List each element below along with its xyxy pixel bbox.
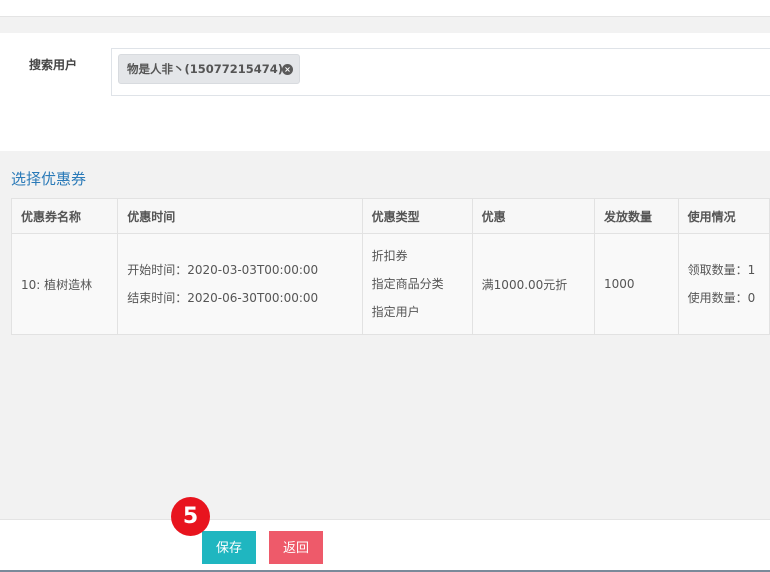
header-coupon-name: 优惠券名称 bbox=[10, 198, 119, 234]
coupon-section-title: 选择优惠券 bbox=[11, 170, 87, 188]
coupon-start-time: 开始时间：2020-03-03T00:00:00 bbox=[127, 263, 319, 277]
cell-discount: 满1000.00元折 bbox=[471, 233, 596, 335]
step-number-badge: 5 bbox=[171, 497, 210, 536]
coupon-type-1: 折扣券 bbox=[371, 249, 408, 263]
user-search-panel: 搜索用户 物是人非丶(15077215474) × bbox=[0, 33, 770, 151]
save-button[interactable]: 保存 bbox=[202, 531, 256, 564]
user-search-input[interactable]: 物是人非丶(15077215474) × bbox=[111, 48, 770, 96]
coupon-section: 选择优惠券 优惠券名称 优惠时间 优惠类型 优惠 发放数量 使用情况 10: 植… bbox=[0, 151, 770, 519]
header-discount: 优惠 bbox=[471, 198, 596, 234]
coupon-type-3: 指定用户 bbox=[371, 305, 420, 319]
search-user-label: 搜索用户 bbox=[29, 58, 78, 72]
coupon-end-time: 结束时间：2020-06-30T00:00:00 bbox=[127, 291, 319, 305]
header-issue-quantity: 发放数量 bbox=[594, 198, 679, 234]
back-button[interactable]: 返回 bbox=[269, 531, 323, 564]
selected-user-text: 物是人非丶(15077215474) bbox=[127, 62, 284, 76]
header-coupon-type: 优惠类型 bbox=[361, 198, 473, 234]
cell-usage: 领取数量：1 使用数量：0 bbox=[677, 233, 770, 335]
remove-tag-icon[interactable]: × bbox=[282, 64, 293, 75]
usage-used: 使用数量：0 bbox=[687, 291, 756, 305]
cell-coupon-name: 10: 植树造林 bbox=[10, 233, 119, 335]
table-header-row: 优惠券名称 优惠时间 优惠类型 优惠 发放数量 使用情况 bbox=[10, 198, 770, 234]
cell-coupon-type: 折扣券 指定商品分类 指定用户 bbox=[361, 233, 473, 335]
top-gap bbox=[0, 17, 770, 33]
header-coupon-time: 优惠时间 bbox=[117, 198, 363, 234]
cell-issue-quantity: 1000 bbox=[594, 233, 679, 335]
header-usage: 使用情况 bbox=[677, 198, 770, 234]
coupon-type-2: 指定商品分类 bbox=[371, 277, 444, 291]
coupon-table: 优惠券名称 优惠时间 优惠类型 优惠 发放数量 使用情况 10: 植树造林 开始… bbox=[10, 198, 770, 335]
selected-user-tag: 物是人非丶(15077215474) × bbox=[118, 54, 300, 84]
usage-received: 领取数量：1 bbox=[687, 263, 756, 277]
form-footer: 保存 返回 bbox=[0, 519, 770, 572]
top-strip bbox=[0, 0, 770, 17]
cell-coupon-time: 开始时间：2020-03-03T00:00:00 结束时间：2020-06-30… bbox=[117, 233, 363, 335]
table-row[interactable]: 10: 植树造林 开始时间：2020-03-03T00:00:00 结束时间：2… bbox=[10, 233, 770, 335]
